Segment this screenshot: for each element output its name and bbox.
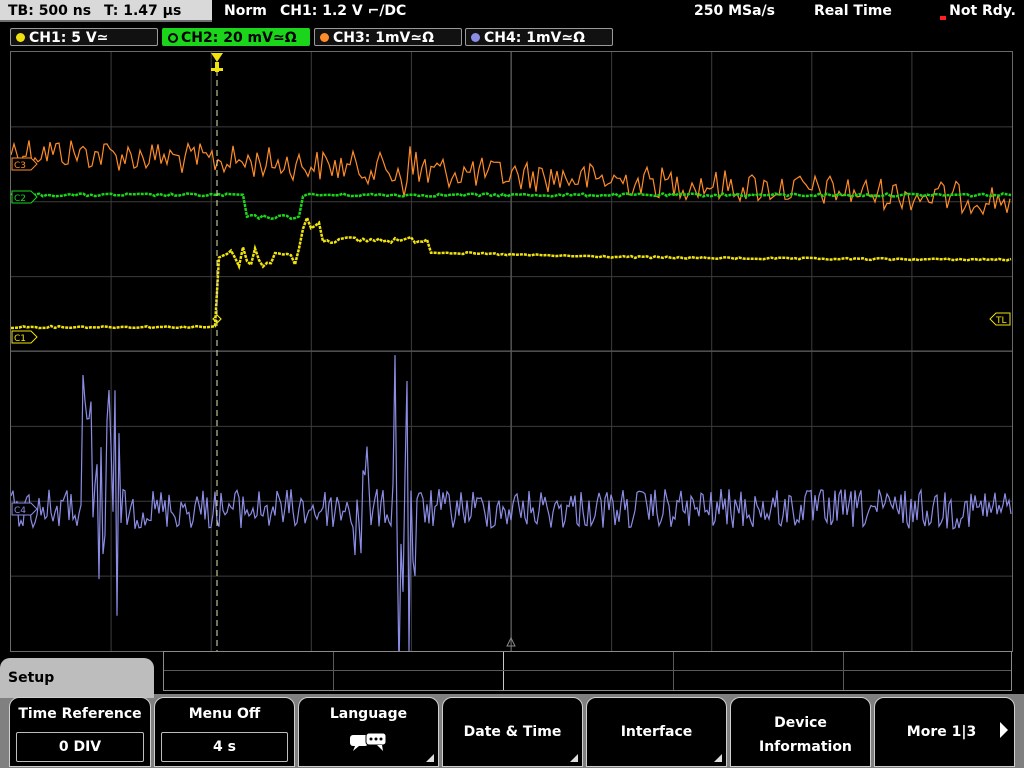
trigger-position-marker[interactable]: [211, 53, 223, 72]
status-led-icon: [940, 16, 946, 20]
more-label: More 1|3: [906, 724, 977, 740]
channel-4-label: CH4: 1mV≃Ω: [484, 30, 586, 46]
svg-text:C1: C1: [14, 334, 26, 344]
menu-title-text: Setup: [8, 670, 55, 686]
time-reference-value: 0 DIV: [16, 732, 144, 762]
channel-1-label: CH1: 5 V≃: [29, 30, 109, 46]
overview-strip: [163, 651, 1012, 691]
language-icon: [350, 732, 387, 751]
channel-1-button[interactable]: CH1: 5 V≃: [10, 28, 158, 46]
grid: [11, 52, 1012, 651]
time-reference-button[interactable]: Time Reference 0 DIV: [9, 697, 151, 767]
svg-text:C4: C4: [14, 506, 26, 516]
date-time-label: Date & Time: [463, 724, 562, 740]
submenu-corner-icon: [426, 754, 434, 762]
svg-text:TL: TL: [995, 316, 1007, 326]
acquisition-mode: Real Time: [814, 3, 892, 19]
waveform-canvas: C3 C2 C1 C4 TL: [11, 52, 1012, 651]
ch1-color-icon: [16, 33, 25, 42]
ch1-marker[interactable]: C1: [11, 330, 38, 344]
language-button[interactable]: Language: [298, 697, 439, 767]
time-reference-label: Time Reference: [18, 706, 142, 722]
status-bar: TB: 500 ns T: 1.47 µs Norm CH1: 1.2 V ⌐/…: [0, 0, 1024, 24]
trigger-mode[interactable]: Norm: [224, 0, 267, 22]
trigger-status: Not Rdy.: [949, 3, 1016, 19]
submenu-corner-icon: [570, 754, 578, 762]
svg-text:C2: C2: [14, 194, 26, 204]
date-time-button[interactable]: Date & Time: [442, 697, 583, 767]
channel-3-button[interactable]: CH3: 1mV≃Ω: [314, 28, 462, 46]
menu-off-value: 4 s: [161, 732, 288, 762]
interface-button[interactable]: Interface: [586, 697, 727, 767]
interface-label: Interface: [620, 724, 693, 740]
ch4-marker[interactable]: C4: [11, 502, 38, 516]
timebase-value: TB: 500 ns: [8, 3, 92, 19]
timebase-panel[interactable]: TB: 500 ns T: 1.47 µs: [0, 0, 212, 22]
submenu-corner-icon: [714, 754, 722, 762]
svg-text:C3: C3: [14, 161, 26, 171]
menu-off-label: Menu Off: [188, 706, 261, 722]
language-label: Language: [329, 706, 408, 722]
waveform-display[interactable]: C3 C2 C1 C4 TL: [10, 51, 1013, 652]
channel-4-button[interactable]: CH4: 1mV≃Ω: [465, 28, 613, 46]
channel-2-button[interactable]: CH2: 20 mV≃Ω: [162, 28, 310, 46]
channel-3-label: CH3: 1mV≃Ω: [333, 30, 435, 46]
menu-off-button[interactable]: Menu Off 4 s: [154, 697, 295, 767]
ch4-color-icon: [471, 33, 480, 42]
device-information-label: Device Information: [759, 715, 852, 755]
sample-rate: 250 MSa/s: [694, 3, 776, 19]
device-information-button[interactable]: Device Information: [730, 697, 871, 767]
next-page-icon: [1000, 722, 1008, 738]
ch3-color-icon: [320, 33, 329, 42]
trigger-info[interactable]: CH1: 1.2 V ⌐/DC: [280, 0, 406, 22]
trigger-position: T: 1.47 µs: [103, 3, 182, 19]
ch2-color-icon: [168, 33, 178, 43]
more-button[interactable]: More 1|3: [874, 697, 1015, 767]
trigger-level-marker[interactable]: TL: [989, 312, 1011, 326]
channel-2-label: CH2: 20 mV≃Ω: [181, 30, 297, 46]
ch3-marker[interactable]: C3: [11, 157, 38, 171]
menu-title: Setup: [0, 658, 154, 698]
